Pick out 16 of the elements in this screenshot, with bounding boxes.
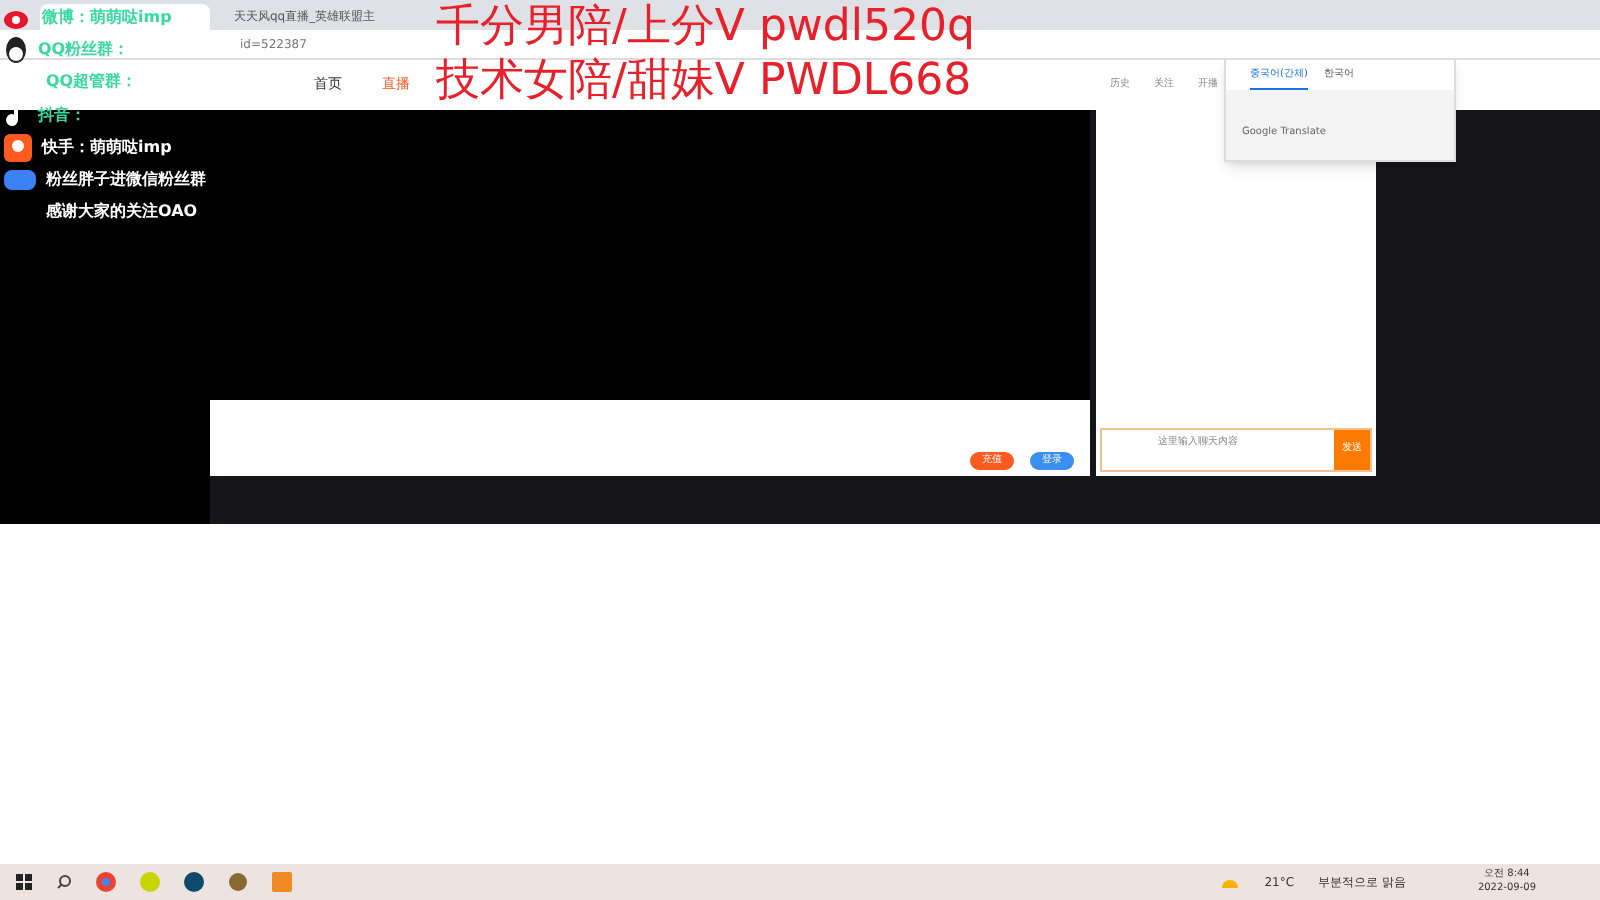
overlay-text: QQ超管群： — [46, 69, 138, 93]
app-icon[interactable] — [184, 872, 204, 892]
overlay-text: 抖音： — [38, 103, 86, 127]
browser-icon[interactable] — [96, 872, 116, 892]
app-icon[interactable] — [228, 872, 248, 892]
promo-text: 技术女陪/甜妹V PWDL668 — [436, 54, 974, 108]
overlay-text: 感谢大家的关注OAO — [46, 199, 198, 223]
overlay-text: 粉丝胖子进微信粉丝群 — [46, 167, 206, 191]
search-icon[interactable] — [56, 874, 72, 890]
weather-icon — [1220, 876, 1241, 888]
windows-logo-icon[interactable] — [16, 874, 32, 890]
overlay-text: 快手：萌萌哒imp — [42, 135, 172, 159]
overlay-text: QQ粉丝群： — [38, 37, 130, 61]
camera-icon — [4, 133, 32, 161]
promo-text: 千分男陪/上分V pwdl520q — [436, 0, 975, 54]
overlay-text: 微博：萌萌哒imp — [42, 5, 172, 29]
